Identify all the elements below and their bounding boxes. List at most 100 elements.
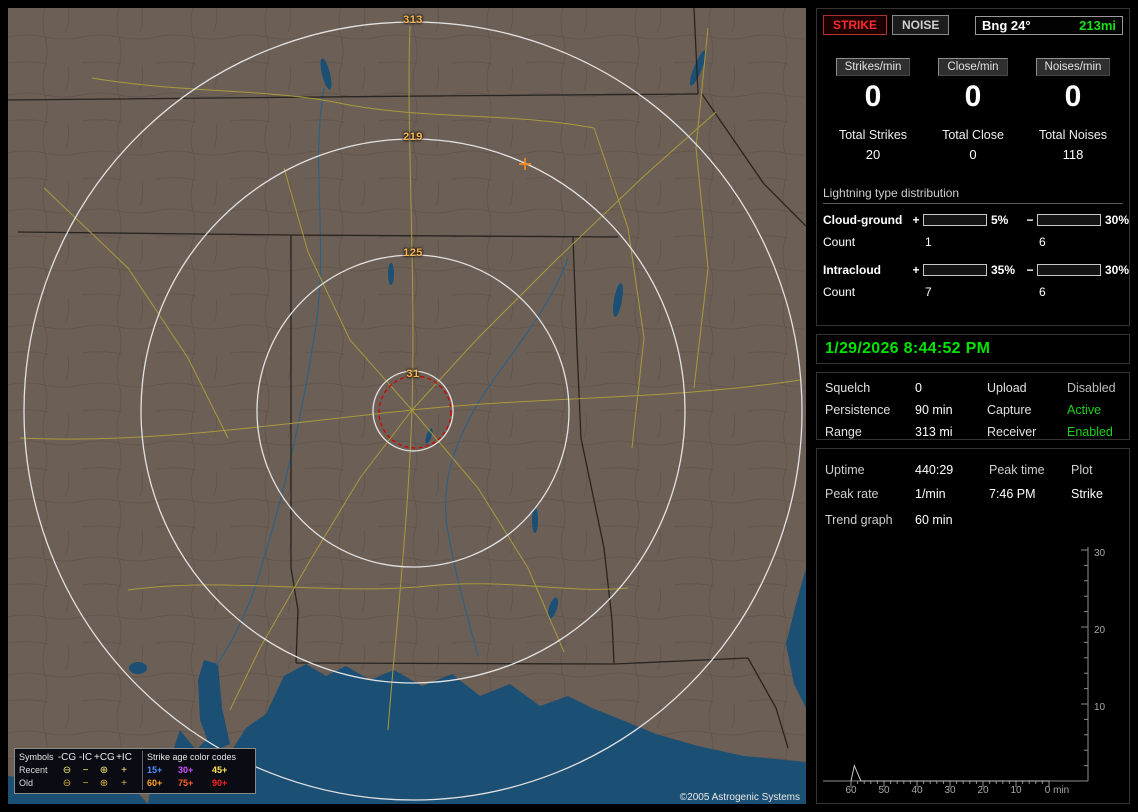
- pos-cg-old-icon: ⊕: [99, 778, 109, 789]
- strikes-per-min-value: 0: [864, 80, 882, 113]
- datetime-display: 1/29/2026 8:44:52 PM: [825, 340, 991, 357]
- bearing-label: Bng 24°: [982, 17, 1031, 33]
- setting-label: Capture: [987, 403, 1032, 417]
- legend-row-old: Old: [19, 778, 34, 788]
- ring-label-125: 125: [403, 247, 423, 259]
- stat-value: 7:46 PM: [989, 487, 1036, 501]
- strikes-per-min-column: Strikes/min 0 Total Strikes 20: [823, 57, 923, 162]
- neg-cg-icon: ⊖: [62, 765, 72, 776]
- cg-minus-bar: [1037, 214, 1101, 226]
- x-tick-0: 0 min: [1044, 785, 1070, 796]
- radar-map[interactable]: 313 219 125 31 Symbols -CG -IC +CG +IC S…: [8, 8, 806, 804]
- ic-plus-pct: 35%: [991, 263, 1016, 277]
- setting-value: 0: [915, 381, 922, 395]
- age-45: 45+: [212, 765, 228, 775]
- ic-plus-count: 7: [925, 285, 932, 299]
- settings-section: Squelch 0 Upload Disabled Persistence 90…: [816, 372, 1130, 440]
- stat-label: Peak time: [989, 463, 1045, 477]
- stat-value: Strike: [1071, 487, 1103, 501]
- cloud-ground-row: Cloud-ground + 5% − 30%: [823, 213, 1129, 227]
- setting-value: 90 min: [915, 403, 953, 417]
- ic-minus-pct: 30%: [1105, 263, 1130, 277]
- close-per-min-button[interactable]: Close/min: [938, 58, 1008, 76]
- legend-age-title: Strike age color codes: [142, 751, 252, 764]
- total-strikes-label: Total Strikes: [838, 128, 908, 142]
- x-tick-30: 30: [944, 785, 956, 796]
- bearing-distance: 213mi: [1079, 17, 1116, 33]
- legend-col-+cg: +CG: [94, 752, 115, 763]
- neg-ic-old-icon: −: [82, 778, 89, 789]
- close-per-min-value: 0: [964, 80, 982, 113]
- count-label: Count: [823, 285, 856, 299]
- x-tick-20: 20: [977, 785, 989, 796]
- setting-value: Active: [1067, 403, 1102, 417]
- age-90: 90+: [212, 778, 228, 788]
- age-15: 15+: [142, 764, 178, 777]
- trend-graph-canvas: [823, 547, 1089, 787]
- legend-symbols-title: Symbols: [19, 752, 54, 762]
- total-strikes-value: 20: [865, 147, 881, 162]
- cg-plus-count: 1: [925, 235, 932, 249]
- strike-mode-button[interactable]: STRIKE: [823, 15, 888, 35]
- setting-value: 313 mi: [915, 425, 953, 439]
- setting-label: Receiver: [987, 425, 1037, 439]
- setting-value: Disabled: [1067, 381, 1116, 395]
- bearing-display: Bng 24° 213mi: [975, 15, 1123, 35]
- neg-ic-icon: −: [82, 765, 89, 776]
- x-tick-60: 60: [845, 785, 857, 796]
- age-60: 60+: [142, 777, 178, 790]
- ring-label-31: 31: [406, 368, 420, 380]
- stat-label: Peak rate: [825, 487, 879, 501]
- neg-cg-old-icon: ⊖: [62, 778, 72, 789]
- noises-per-min-column: Noises/min 0 Total Noises 118: [1023, 57, 1123, 162]
- datetime-section: 1/29/2026 8:44:52 PM: [816, 334, 1130, 364]
- x-tick-40: 40: [911, 785, 923, 796]
- intracloud-label: Intracloud: [823, 263, 882, 277]
- total-close-label: Total Close: [942, 128, 1004, 142]
- x-tick-50: 50: [878, 785, 890, 796]
- status-panel: STRIKE NOISE Bng 24° 213mi Strikes/min 0…: [816, 8, 1130, 804]
- noise-mode-button[interactable]: NOISE: [892, 15, 950, 35]
- stat-value: 440:29: [915, 463, 954, 477]
- y-tick-20: 20: [1094, 625, 1106, 636]
- minus-sign: −: [1026, 263, 1034, 277]
- legend-col-+ic: +IC: [116, 752, 132, 763]
- minus-sign: −: [1026, 213, 1034, 227]
- cg-minus-pct: 30%: [1105, 213, 1130, 227]
- stats-section: Uptime 440:29 Peak time Plot Peak rate 1…: [816, 448, 1130, 804]
- trend-graph-window: 60 min: [915, 513, 953, 527]
- ring-label-219: 219: [403, 131, 423, 143]
- total-close-value: 0: [969, 147, 977, 162]
- copyright-text: ©2005 Astrogenic Systems: [679, 792, 800, 803]
- setting-label: Range: [825, 425, 862, 439]
- counters-section: STRIKE NOISE Bng 24° 213mi Strikes/min 0…: [816, 8, 1130, 326]
- legend-col--ic: -IC: [78, 752, 93, 763]
- noises-per-min-button[interactable]: Noises/min: [1035, 58, 1111, 76]
- plus-sign: +: [912, 263, 920, 277]
- total-noises-label: Total Noises: [1038, 128, 1108, 142]
- close-per-min-column: Close/min 0 Total Close 0: [923, 57, 1023, 162]
- rate-counters: Strikes/min 0 Total Strikes 20 Close/min…: [823, 57, 1123, 162]
- map-terrain: [8, 8, 806, 804]
- total-noises-value: 118: [1062, 147, 1084, 162]
- legend-col--cg: -CG: [57, 752, 77, 763]
- cloud-ground-count-row: Count 1 6: [823, 235, 1123, 249]
- ic-plus-bar: [923, 264, 987, 276]
- map-legend: Symbols -CG -IC +CG +IC Strike age color…: [14, 748, 256, 794]
- age-75: 75+: [178, 778, 194, 788]
- noises-per-min-value: 0: [1064, 80, 1082, 113]
- cg-minus-count: 6: [1039, 235, 1046, 249]
- strikes-per-min-button[interactable]: Strikes/min: [835, 58, 911, 76]
- setting-label: Upload: [987, 381, 1027, 395]
- age-30: 30+: [178, 765, 194, 775]
- setting-label: Squelch: [825, 381, 871, 395]
- ring-label-313: 313: [403, 14, 423, 26]
- plus-sign: +: [912, 213, 920, 227]
- y-tick-10: 10: [1094, 702, 1106, 713]
- stat-label: Plot: [1071, 463, 1093, 477]
- legend-row-recent: Recent: [19, 765, 48, 775]
- intracloud-row: Intracloud + 35% − 30%: [823, 263, 1129, 277]
- x-tick-10: 10: [1010, 785, 1022, 796]
- setting-label: Persistence: [825, 403, 891, 417]
- cloud-ground-label: Cloud-ground: [823, 213, 903, 227]
